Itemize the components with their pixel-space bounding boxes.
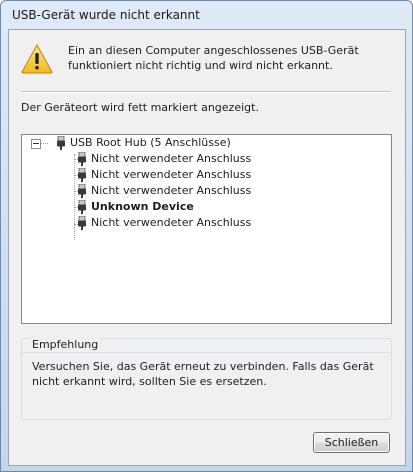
- usb-plug-icon: [78, 184, 86, 198]
- tree-connector-line: [40, 143, 48, 144]
- recommendation-title: Empfehlung: [30, 338, 101, 351]
- usb-plug-icon: [78, 216, 86, 230]
- group-divider: [23, 352, 390, 353]
- tree-connector-line: [74, 154, 75, 240]
- warning-message: Ein an diesen Computer angeschlossenes U…: [68, 44, 359, 72]
- title-bar[interactable]: USB-Gerät wurde nicht erkannt: [1, 1, 412, 29]
- dialog-client-area: Ein an diesen Computer angeschlossenes U…: [8, 29, 406, 466]
- usb-plug-icon: [78, 168, 86, 182]
- recommendation-text: Versuchen Sie, das Gerät erneut zu verbi…: [32, 360, 374, 388]
- warning-icon: [21, 44, 53, 74]
- tree-item-label: Unknown Device: [91, 200, 194, 213]
- location-hint: Der Geräteort wird fett markiert angezei…: [21, 101, 259, 114]
- usb-plug-icon: [57, 136, 65, 150]
- device-tree[interactable]: USB Root Hub (5 Anschlüsse) Nicht verwen…: [21, 134, 392, 324]
- tree-item-label: Nicht verwendeter Anschluss: [91, 152, 252, 165]
- separator: [21, 91, 391, 93]
- tree-item-label: USB Root Hub (5 Anschlüsse): [70, 136, 231, 149]
- collapse-toggle-icon[interactable]: [31, 139, 41, 149]
- usb-plug-icon: [78, 152, 86, 166]
- tree-item-label: Nicht verwendeter Anschluss: [91, 184, 252, 197]
- tree-item-label: Nicht verwendeter Anschluss: [91, 168, 252, 181]
- recommendation-group: Empfehlung Versuchen Sie, das Gerät erne…: [21, 338, 392, 420]
- close-button[interactable]: Schließen: [313, 432, 390, 453]
- tree-item-label: Nicht verwendeter Anschluss: [91, 216, 252, 229]
- usb-plug-icon: [78, 200, 86, 214]
- dialog-window: USB-Gerät wurde nicht erkannt Ein an die…: [0, 0, 413, 472]
- window-title: USB-Gerät wurde nicht erkannt: [12, 8, 200, 22]
